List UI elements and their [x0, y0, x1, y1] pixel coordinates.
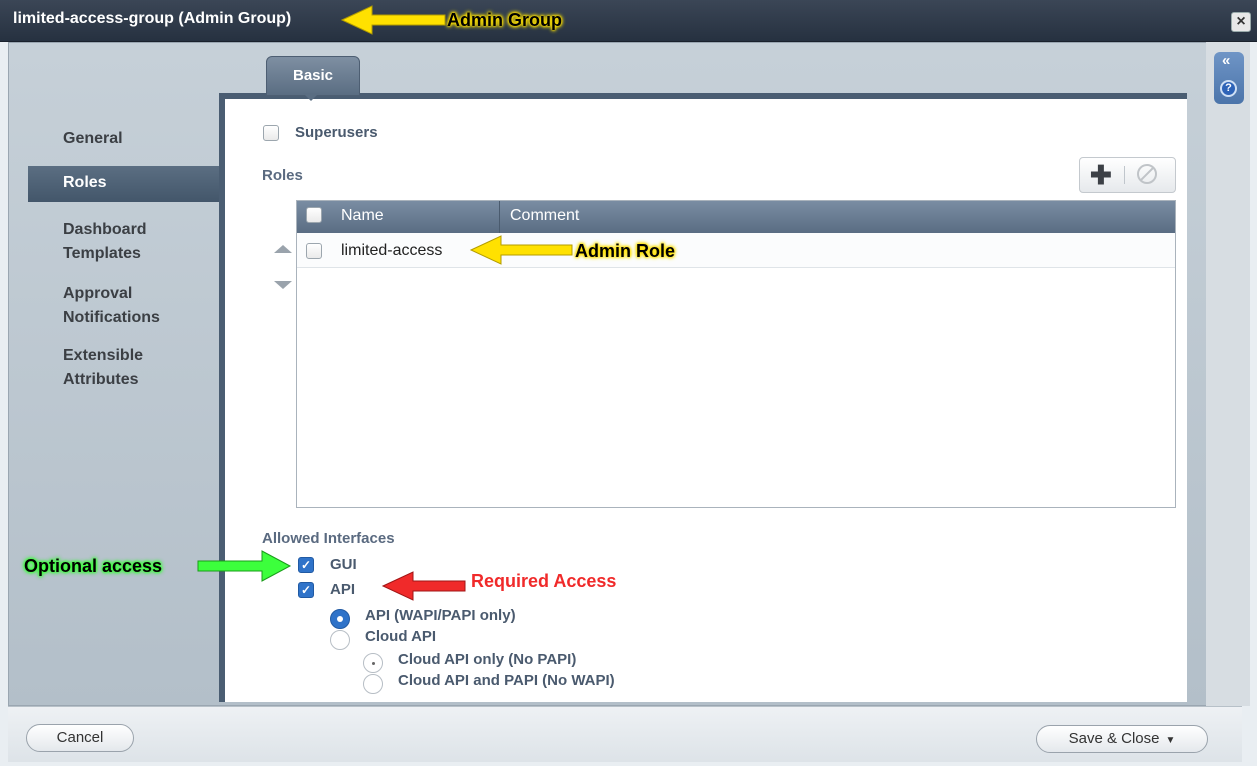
- required-access-arrow: [381, 571, 466, 601]
- required-access-callout: Required Access: [471, 571, 617, 591]
- admin-group-callout: Admin Group: [447, 10, 562, 30]
- admin-group-arrow: [340, 5, 446, 35]
- optional-access-arrow: [197, 550, 292, 582]
- admin-role-arrow: [469, 235, 573, 265]
- annotation-arrows: [197, 5, 573, 601]
- admin-role-callout: Admin Role: [575, 241, 676, 261]
- optional-access-callout: Optional access: [24, 556, 163, 576]
